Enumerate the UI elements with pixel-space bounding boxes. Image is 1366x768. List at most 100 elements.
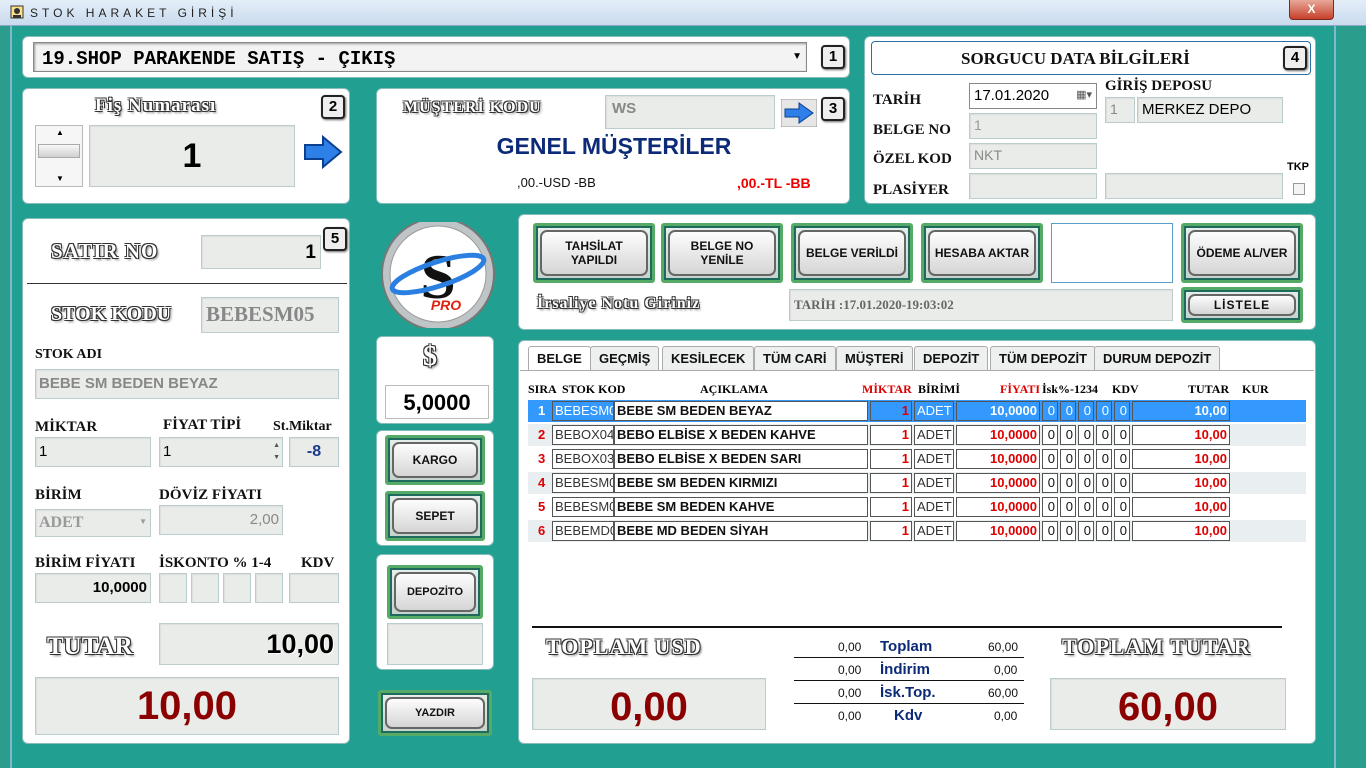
stok-kodu-field[interactable]: BEBESM05 xyxy=(201,297,339,333)
row-birim[interactable]: ADET xyxy=(914,449,954,469)
row-tutar[interactable]: 10,00 xyxy=(1132,497,1230,517)
iskonto-3-field[interactable] xyxy=(223,573,251,603)
row-miktar[interactable]: 1 xyxy=(870,497,912,517)
fis-number-field[interactable]: 1 xyxy=(89,125,295,187)
satir-no-field[interactable]: 1 xyxy=(201,235,321,269)
sepet-button[interactable]: SEPET xyxy=(385,491,485,541)
row-miktar[interactable]: 1 xyxy=(870,425,912,445)
row-birim[interactable]: ADET xyxy=(914,521,954,541)
tahsilat-button[interactable]: TAHSİLAT YAPILDI xyxy=(533,223,655,283)
row-i1[interactable]: 0 xyxy=(1042,497,1058,517)
row-kod[interactable]: BEBOX03 xyxy=(552,449,614,469)
table-row[interactable]: 5 BEBESM0 BEBE SM BEDEN KAHVE 1 ADET 10,0000 0… xyxy=(528,496,1306,518)
belge-no-field[interactable]: 1 xyxy=(969,113,1097,139)
doviz-field[interactable]: 2,00 xyxy=(159,505,283,535)
table-row[interactable]: 3 BEBOX03 BEBO ELBİSE X BEDEN SARI 1 ADET 10,… xyxy=(528,448,1306,470)
hesaba-aktar-button[interactable]: HESABA AKTAR xyxy=(921,223,1043,283)
row-kdv[interactable]: 0 xyxy=(1114,473,1130,493)
spin-up-icon[interactable]: ▲ xyxy=(56,128,64,137)
belge-verildi-button[interactable]: BELGE VERİLDİ xyxy=(791,223,913,283)
plasiyer-name-field[interactable] xyxy=(1105,173,1283,199)
iskonto-1-field[interactable] xyxy=(159,573,187,603)
depo-no-field[interactable]: 1 xyxy=(1105,97,1135,123)
row-i4[interactable]: 0 xyxy=(1096,401,1112,421)
musteri-code-field[interactable]: WS xyxy=(605,95,775,129)
kargo-button[interactable]: KARGO xyxy=(385,435,485,485)
row-miktar[interactable]: 1 xyxy=(870,401,912,421)
row-i1[interactable]: 0 xyxy=(1042,425,1058,445)
row-i3[interactable]: 0 xyxy=(1078,449,1094,469)
row-miktar[interactable]: 1 xyxy=(870,521,912,541)
row-i3[interactable]: 0 xyxy=(1078,521,1094,541)
row-i1[interactable]: 0 xyxy=(1042,521,1058,541)
shop-select[interactable]: 19.SHOP PARAKENDE SATIŞ - ÇIKIŞ ▼ xyxy=(33,42,807,72)
close-button[interactable]: X xyxy=(1289,0,1334,20)
dropdown-arrow-icon[interactable]: ▼ xyxy=(139,517,147,526)
row-aciklama[interactable]: BEBO ELBİSE X BEDEN KAHVE xyxy=(614,425,868,445)
tab-tum-depozit[interactable]: TÜM DEPOZİT xyxy=(990,346,1097,370)
row-i3[interactable]: 0 xyxy=(1078,401,1094,421)
row-kdv[interactable]: 0 xyxy=(1114,425,1130,445)
odeme-button[interactable]: ÖDEME AL/VER xyxy=(1181,223,1303,283)
fiyat-tipi-field[interactable]: 1 ▲ ▼ xyxy=(159,437,283,467)
row-i3[interactable]: 0 xyxy=(1078,473,1094,493)
tarih-field[interactable]: 17.01.2020 ▦▾ xyxy=(969,83,1097,109)
row-i2[interactable]: 0 xyxy=(1060,521,1076,541)
row-i3[interactable]: 0 xyxy=(1078,497,1094,517)
stok-adi-field[interactable]: BEBE SM BEDEN BEYAZ xyxy=(35,369,339,399)
tab-depozit[interactable]: DEPOZİT xyxy=(914,346,989,370)
irsaliye-field[interactable]: TARİH :17.01.2020-19:03:02 xyxy=(789,289,1173,321)
listele-button[interactable]: LİSTELE xyxy=(1181,287,1303,323)
ozel-kod-field[interactable]: NKT xyxy=(969,143,1097,169)
row-kod[interactable]: BEBESM0 xyxy=(552,473,614,493)
row-kod[interactable]: BEBEMD0 xyxy=(552,521,614,541)
spin-down-icon[interactable]: ▼ xyxy=(56,174,64,183)
row-miktar[interactable]: 1 xyxy=(870,473,912,493)
row-kdv[interactable]: 0 xyxy=(1114,401,1130,421)
birim-select[interactable]: ADET ▼ xyxy=(35,509,151,537)
row-tutar[interactable]: 10,00 xyxy=(1132,401,1230,421)
row-aciklama[interactable]: BEBE SM BEDEN KIRMIZI xyxy=(614,473,868,493)
row-i4[interactable]: 0 xyxy=(1096,449,1112,469)
table-row[interactable]: 4 BEBESM0 BEBE SM BEDEN KIRMIZI 1 ADET 10,000… xyxy=(528,472,1306,494)
row-tutar[interactable]: 10,00 xyxy=(1132,449,1230,469)
row-i1[interactable]: 0 xyxy=(1042,401,1058,421)
row-miktar[interactable]: 1 xyxy=(870,449,912,469)
row-fiyat[interactable]: 10,0000 xyxy=(956,521,1040,541)
iskonto-4-field[interactable] xyxy=(255,573,283,603)
row-i4[interactable]: 0 xyxy=(1096,473,1112,493)
row-birim[interactable]: ADET xyxy=(914,473,954,493)
row-tutar[interactable]: 10,00 xyxy=(1132,473,1230,493)
row-i3[interactable]: 0 xyxy=(1078,425,1094,445)
row-fiyat[interactable]: 10,0000 xyxy=(956,425,1040,445)
tab-musteri[interactable]: MÜŞTERİ xyxy=(836,346,913,370)
tab-gecmis[interactable]: GEÇMİŞ xyxy=(590,346,660,370)
row-i4[interactable]: 0 xyxy=(1096,425,1112,445)
row-fiyat[interactable]: 10,0000 xyxy=(956,497,1040,517)
depozito-field[interactable] xyxy=(387,623,483,665)
table-row[interactable]: 2 BEBOX04 BEBO ELBİSE X BEDEN KAHVE 1 ADET 10… xyxy=(528,424,1306,446)
miktar-field[interactable]: 1 xyxy=(35,437,151,467)
row-fiyat[interactable]: 10,0000 xyxy=(956,401,1040,421)
tkp-checkbox[interactable] xyxy=(1293,183,1305,195)
row-birim[interactable]: ADET xyxy=(914,425,954,445)
iskonto-2-field[interactable] xyxy=(191,573,219,603)
row-kod[interactable]: BEBOX04 xyxy=(552,425,614,445)
row-i2[interactable]: 0 xyxy=(1060,449,1076,469)
yazdir-button[interactable]: YAZDIR xyxy=(378,690,492,736)
currency-rate[interactable]: 5,0000 xyxy=(385,385,489,419)
tab-belge[interactable]: BELGE xyxy=(528,346,591,370)
arrow-right-icon[interactable] xyxy=(303,135,343,169)
tab-tum-cari[interactable]: TÜM CARİ xyxy=(754,346,836,370)
row-aciklama[interactable]: BEBE SM BEDEN KAHVE xyxy=(614,497,868,517)
plasiyer-field[interactable] xyxy=(969,173,1097,199)
row-kdv[interactable]: 0 xyxy=(1114,497,1130,517)
fis-spinner[interactable]: ▲ ▼ xyxy=(35,125,83,187)
table-row[interactable]: 1BEBESM05BEBE SM BEDEN BEYAZ1ADET10,0000… xyxy=(528,400,1306,422)
birim-fiyati-field[interactable]: 10,0000 xyxy=(35,573,151,603)
row-i2[interactable]: 0 xyxy=(1060,473,1076,493)
row-fiyat[interactable]: 10,0000 xyxy=(956,449,1040,469)
arrow-right-icon[interactable] xyxy=(781,99,817,127)
spin-icon[interactable]: ▲ ▼ xyxy=(273,440,280,464)
tab-kesilecek[interactable]: KESİLECEK xyxy=(662,346,755,370)
